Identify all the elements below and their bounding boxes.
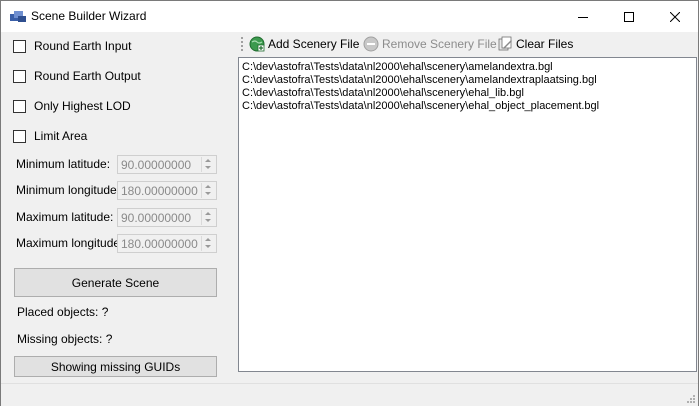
min-latitude-stepper[interactable]: 90.00000000 (117, 155, 217, 174)
resize-grip-icon[interactable] (684, 392, 696, 404)
max-latitude-spin-buttons[interactable] (201, 210, 215, 225)
min-latitude-value[interactable]: 90.00000000 (121, 158, 191, 172)
window-title: Scene Builder Wizard (31, 9, 147, 23)
spin-down-icon[interactable] (205, 192, 211, 195)
show-missing-guids-button[interactable]: Showing missing GUIDs (14, 356, 217, 377)
clear-files-icon (498, 36, 512, 51)
scenery-file-list[interactable]: C:\dev\astofra\Tests\data\nl2000\ehal\sc… (238, 57, 697, 372)
clear-files-label: Clear Files (516, 37, 574, 51)
spin-up-icon[interactable] (205, 212, 211, 215)
add-scenery-file-button[interactable]: Add Scenery File (249, 35, 359, 53)
add-file-icon (249, 36, 265, 52)
min-longitude-value[interactable]: 180.00000000 (121, 184, 198, 198)
limit-area-checkbox[interactable] (13, 129, 26, 143)
min-longitude-spin-buttons[interactable] (201, 183, 215, 198)
min-longitude-label: Minimum longitude: (16, 183, 121, 197)
remove-file-icon (363, 36, 379, 52)
max-latitude-label: Maximum latitude: (16, 210, 114, 224)
list-item[interactable]: C:\dev\astofra\Tests\data\nl2000\ehal\sc… (239, 61, 696, 74)
limit-area-option[interactable]: Limit Area (13, 128, 87, 144)
maximize-icon (624, 11, 634, 22)
max-latitude-value[interactable]: 90.00000000 (121, 211, 191, 225)
status-bar (1, 383, 698, 406)
only-highest-lod-option[interactable]: Only Highest LOD (13, 98, 131, 114)
min-longitude-stepper[interactable]: 180.00000000 (117, 181, 217, 200)
min-latitude-spin-buttons[interactable] (201, 157, 215, 172)
max-latitude-stepper[interactable]: 90.00000000 (117, 208, 217, 227)
toolbar-grip[interactable] (241, 37, 243, 51)
placed-objects-label: Placed objects: ? (17, 305, 109, 319)
maximize-button[interactable] (606, 1, 652, 32)
list-item[interactable]: C:\dev\astofra\Tests\data\nl2000\ehal\sc… (239, 87, 696, 100)
minimize-button[interactable] (560, 1, 606, 32)
clear-files-button[interactable]: Clear Files (497, 35, 573, 53)
min-latitude-label: Minimum latitude: (16, 157, 111, 171)
round-earth-input-label: Round Earth Input (34, 39, 132, 53)
missing-objects-label: Missing objects: ? (17, 332, 113, 346)
limit-area-label: Limit Area (34, 129, 88, 143)
round-earth-output-checkbox[interactable] (13, 69, 26, 83)
title-bar[interactable]: Scene Builder Wizard (1, 1, 698, 32)
close-icon (670, 11, 680, 22)
round-earth-input-option[interactable]: Round Earth Input (13, 38, 131, 54)
round-earth-input-checkbox[interactable] (13, 39, 26, 53)
max-longitude-stepper[interactable]: 180.00000000 (117, 234, 217, 253)
list-item[interactable]: C:\dev\astofra\Tests\data\nl2000\ehal\sc… (239, 74, 696, 87)
max-longitude-label: Maximum longitude: (16, 236, 124, 250)
spin-down-icon[interactable] (205, 166, 211, 169)
round-earth-output-option[interactable]: Round Earth Output (13, 68, 141, 84)
only-highest-lod-checkbox[interactable] (13, 99, 26, 113)
app-icon (10, 11, 26, 22)
spin-up-icon[interactable] (205, 185, 211, 188)
minimize-icon (578, 16, 588, 18)
max-longitude-spin-buttons[interactable] (201, 236, 215, 251)
close-button[interactable] (652, 1, 698, 32)
spin-up-icon[interactable] (205, 159, 211, 162)
spin-down-icon[interactable] (205, 245, 211, 248)
list-item[interactable]: C:\dev\astofra\Tests\data\nl2000\ehal\sc… (239, 100, 696, 113)
round-earth-output-label: Round Earth Output (34, 69, 141, 83)
scene-builder-window: Scene Builder Wizard Round Earth Input R… (0, 0, 699, 406)
spin-up-icon[interactable] (205, 238, 211, 241)
file-toolbar: Add Scenery File Remove Scenery File Cle… (238, 33, 698, 55)
add-scenery-file-label: Add Scenery File (268, 37, 360, 51)
spin-down-icon[interactable] (205, 219, 211, 222)
remove-scenery-file-button[interactable]: Remove Scenery File (363, 35, 497, 53)
only-highest-lod-label: Only Highest LOD (34, 99, 131, 113)
generate-scene-button[interactable]: Generate Scene (14, 268, 217, 297)
remove-scenery-file-label: Remove Scenery File (382, 37, 497, 51)
max-longitude-value[interactable]: 180.00000000 (121, 237, 198, 251)
